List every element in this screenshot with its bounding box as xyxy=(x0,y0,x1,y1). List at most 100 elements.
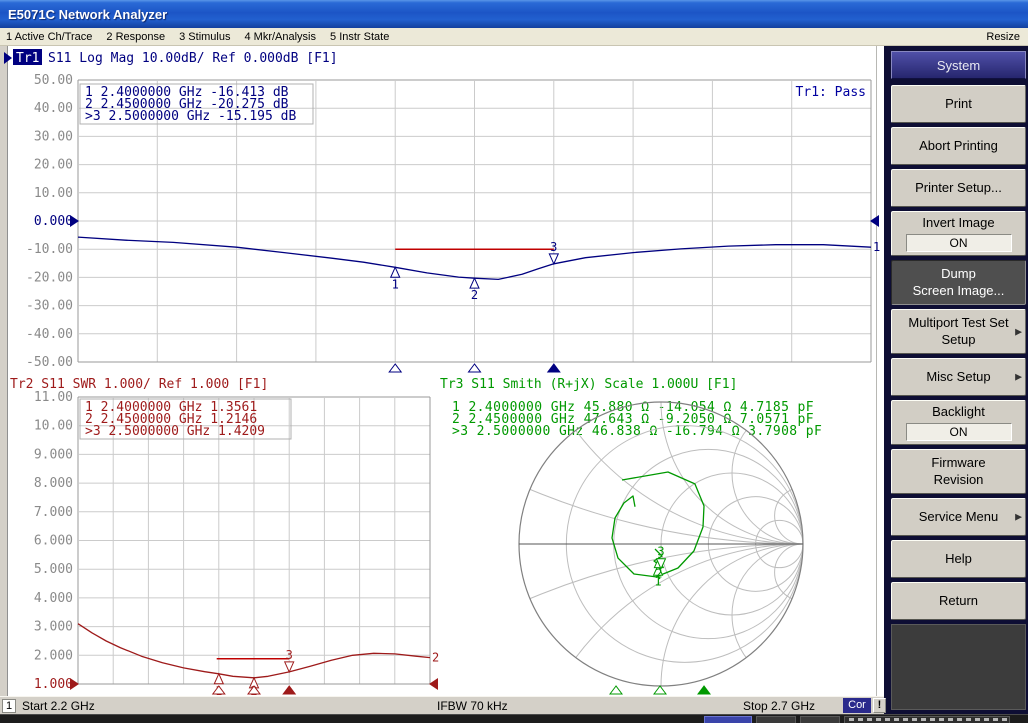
channel-number-badge: 1 xyxy=(2,699,16,713)
tr1-pass-status: Tr1: Pass xyxy=(796,85,866,100)
softkey-invert-image[interactable]: Invert ImageON xyxy=(891,211,1026,256)
start-frequency-label: Start 2.2 GHz xyxy=(22,699,95,713)
y-axis-tick-label: 10.00 xyxy=(34,419,73,434)
marker-number-label: 1 xyxy=(392,277,399,291)
taskbar-segment[interactable] xyxy=(800,716,840,723)
smith-reactance-arc xyxy=(519,46,884,544)
menu-item-1[interactable]: 1 Active Ch/Trace xyxy=(6,31,92,43)
marker-readout-row: >3 2.5000000 GHz -15.195 dB xyxy=(85,109,296,124)
taskbar-active-segment[interactable] xyxy=(704,716,752,723)
softkey-blank-panel xyxy=(891,624,1026,710)
tr2-pane: 11.00 10.00 9.000 8.000 7.000 6.000 5.000 4.000… xyxy=(34,390,439,696)
y-axis-tick-label: 6.000 xyxy=(34,534,73,549)
lcd-display: 50.00 40.00 30.00 20.00 10.00 0.000 -10.00 -20.… xyxy=(0,46,884,696)
stimulus-marker-indicator xyxy=(610,686,622,694)
marker-2-icon xyxy=(470,278,479,288)
softkey-list: Print Abort Printing Printer Setup... Inver… xyxy=(891,85,1026,620)
softkey-misc-setup[interactable]: Misc Setup▶ xyxy=(891,358,1026,396)
softkey-abort-printing[interactable]: Abort Printing xyxy=(891,127,1026,165)
y-axis-tick-label: 1.000 xyxy=(34,677,73,692)
softkey-invert-image-state: ON xyxy=(906,234,1012,252)
taskbar-sliver xyxy=(0,714,1028,723)
y-axis-tick-label: -30.00 xyxy=(26,299,73,314)
y-axis-tick-label: 30.00 xyxy=(34,129,73,144)
submenu-arrow-icon: ▶ xyxy=(1015,326,1022,337)
y-axis-tick-label: 3.000 xyxy=(34,620,73,635)
softkey-return[interactable]: Return xyxy=(891,582,1026,620)
stimulus-marker-indicator xyxy=(389,364,401,372)
softkey-backlight-state: ON xyxy=(906,423,1012,441)
status-bar: 1 Start 2.2 GHz IFBW 70 kHz Stop 2.7 GHz… xyxy=(0,696,884,714)
window-title: E5071C Network Analyzer xyxy=(8,7,167,22)
y-axis-tick-label: 4.000 xyxy=(34,591,73,606)
stimulus-marker-indicator xyxy=(654,686,666,694)
stop-frequency-label: Stop 2.7 GHz xyxy=(743,699,815,713)
taskbar-segment[interactable] xyxy=(756,716,796,723)
y-axis-tick-label: 2.000 xyxy=(34,648,73,663)
softkey-help[interactable]: Help xyxy=(891,540,1026,578)
smith-reactance-arc xyxy=(519,544,884,696)
correction-badge: Cor xyxy=(843,698,871,713)
y-axis-tick-label: 8.000 xyxy=(34,476,73,491)
softkey-sidebar: System Print Abort Printing Printer Setup.… xyxy=(884,46,1028,714)
stimulus-marker-indicator xyxy=(283,686,295,694)
y-axis-tick-label: 9.000 xyxy=(34,447,73,462)
instrument-screen: E5071C Network Analyzer 1 Active Ch/Trac… xyxy=(0,0,1028,723)
menu-item-2[interactable]: 2 Response xyxy=(106,31,165,43)
smith-grid xyxy=(93,46,884,696)
marker-number-label: 3 xyxy=(657,545,664,559)
marker-3-icon xyxy=(549,254,558,264)
softkey-service-menu[interactable]: Service Menu▶ xyxy=(891,498,1026,536)
tr3-header: Tr3 S11 Smith (R+jX) Scale 1.000U [F1] xyxy=(440,377,737,392)
stimulus-marker-indicator xyxy=(548,364,560,372)
lcd-area: 50.00 40.00 30.00 20.00 10.00 0.000 -10.00 -20.… xyxy=(0,46,884,696)
y-axis-tick-label: -10.00 xyxy=(26,242,73,257)
stimulus-marker-indicator xyxy=(698,686,710,694)
marker-number-label: 3 xyxy=(286,648,293,662)
y-axis-tick-label: 11.00 xyxy=(34,390,73,405)
softkey-firmware-revision[interactable]: FirmwareRevision xyxy=(891,449,1026,494)
y-axis-tick-label: 10.00 xyxy=(34,186,73,201)
left-frame-strip xyxy=(0,46,7,696)
y-axis-tick-label: 20.00 xyxy=(34,158,73,173)
softkey-menu-title: System xyxy=(891,51,1026,79)
softkey-print[interactable]: Print xyxy=(891,85,1026,123)
tr3-pane: 1 2.4000000 GHz 45.880 Ω -14.054 Ω 4.718… xyxy=(93,46,884,696)
menu-item-5[interactable]: 5 Instr State xyxy=(330,31,389,43)
y-axis-tick-label: 40.00 xyxy=(34,101,73,116)
marker-readout-row: >3 2.5000000 GHz 1.4209 xyxy=(85,424,265,439)
trace-number-label: 1 xyxy=(873,240,880,254)
y-axis-tick-label: -20.00 xyxy=(26,270,73,285)
softkey-printer-setup[interactable]: Printer Setup... xyxy=(891,169,1026,207)
softkey-backlight[interactable]: BacklightON xyxy=(891,400,1026,445)
marker-number-label: 3 xyxy=(550,240,557,254)
taskbar-clock-segment xyxy=(844,716,1010,723)
softkey-dump-screen-image[interactable]: DumpScreen Image... xyxy=(891,260,1026,305)
ifbw-label: IFBW 70 kHz xyxy=(437,699,508,713)
tr1-tab-label: Tr1 xyxy=(16,51,39,66)
warning-badge: ! xyxy=(873,698,886,713)
smith-reactance-arc xyxy=(732,544,874,686)
y-axis-tick-label: 0.000 xyxy=(34,214,73,229)
tr2-header: Tr2 S11 SWR 1.000/ Ref 1.000 [F1] xyxy=(10,377,268,392)
marker-number-label: 2 xyxy=(471,288,478,302)
submenu-arrow-icon: ▶ xyxy=(1015,511,1022,522)
submenu-arrow-icon: ▶ xyxy=(1015,371,1022,382)
marker-1-icon xyxy=(391,267,400,277)
tr1-header: S11 Log Mag 10.00dB/ Ref 0.000dB [F1] xyxy=(48,51,338,66)
stimulus-marker-indicator xyxy=(469,364,481,372)
tr1-pane: 50.00 40.00 30.00 20.00 10.00 0.000 -10.00 -20.… xyxy=(26,73,880,372)
trace-number-label: 2 xyxy=(432,651,439,665)
y-axis-tick-label: -50.00 xyxy=(26,355,73,370)
y-axis-tick-label: 7.000 xyxy=(34,505,73,520)
menu-item-resize[interactable]: Resize xyxy=(986,31,1020,43)
marker-1-icon xyxy=(214,674,223,684)
y-axis-tick-label: 5.000 xyxy=(34,562,73,577)
menu-item-3[interactable]: 3 Stimulus xyxy=(179,31,230,43)
menu-item-4[interactable]: 4 Mkr/Analysis xyxy=(244,31,316,43)
marker-readout-row: >3 2.5000000 GHz 46.838 Ω -16.794 Ω 3.79… xyxy=(452,424,822,439)
y-axis-tick-label: 50.00 xyxy=(34,73,73,88)
menu-bar: 1 Active Ch/Trace 2 Response 3 Stimulus 4 M… xyxy=(0,28,1028,46)
softkey-multiport-test-set-setup[interactable]: Multiport Test SetSetup▶ xyxy=(891,309,1026,354)
window-titlebar[interactable]: E5071C Network Analyzer xyxy=(0,0,1028,28)
